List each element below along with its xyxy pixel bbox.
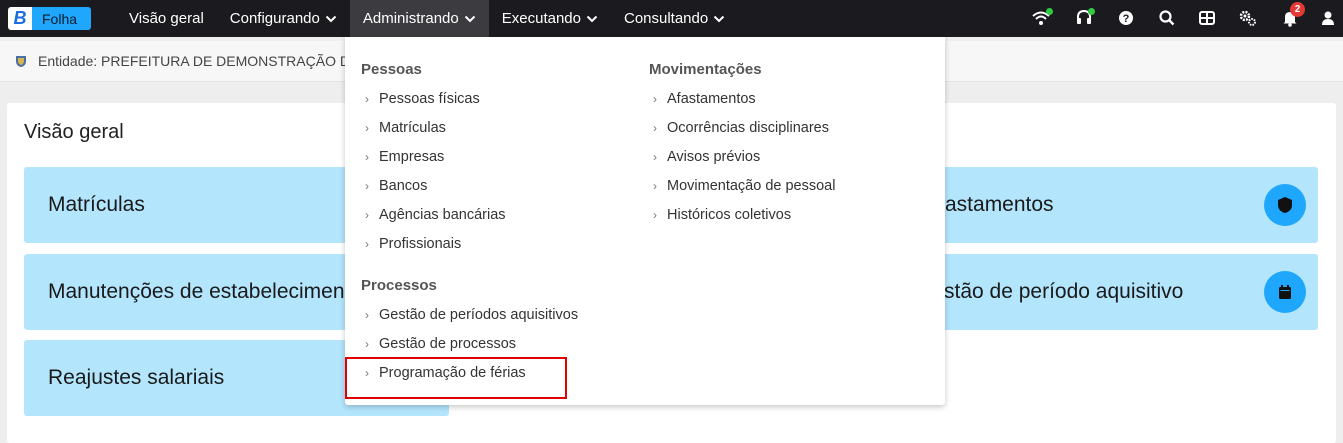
online-status-dot [1046,8,1053,15]
menu-item-label: Históricos coletivos [667,207,792,223]
svg-text:?: ? [1123,13,1130,25]
menu-label: Configurando [229,10,320,27]
administrando-dropdown: Pessoas › Pessoas físicas › Matrículas › Em… [345,37,945,405]
chevron-right-icon: › [365,121,369,135]
bell-icon[interactable]: 2 [1280,2,1305,28]
settings-icon[interactable] [1238,8,1258,28]
menu-item-agencias-bancarias[interactable]: › Agências bancárias [365,207,506,223]
apps-icon[interactable] [1197,8,1217,28]
chevron-down-icon [714,15,725,22]
menu-item-label: Profissionais [379,236,462,252]
chevron-right-icon: › [365,308,369,322]
section-heading-processos: Processos [361,277,437,294]
menu-item-bancos[interactable]: › Bancos [365,178,427,194]
tile-gestao-periodo[interactable]: stão de período aquisitivo [900,254,1318,330]
section-heading-pessoas: Pessoas [361,61,422,78]
menu-label: Consultando [623,10,709,27]
app-name: Folha [32,7,92,30]
menu-item-matriculas[interactable]: › Matrículas [365,120,446,136]
tile-label: astamentos [945,193,1054,216]
chevron-right-icon: › [365,92,369,106]
menu-item-label: Movimentação de pessoal [667,178,836,194]
section-heading-movimentacoes: Movimentações [649,61,762,78]
chevron-right-icon: › [365,208,369,222]
headset-icon[interactable] [1074,8,1095,28]
tile-label: stão de período aquisitivo [944,280,1184,303]
menu-item-label: Ocorrências disciplinares [667,120,829,136]
menu-administrando[interactable]: Administrando [349,0,489,37]
chevron-down-icon [464,15,475,22]
menu-item-label: Pessoas físicas [379,91,480,107]
menu-label: Executando [501,10,581,27]
highlight-box [345,357,567,399]
notification-badge: 2 [1290,2,1305,17]
menu-item-profissionais[interactable]: › Profissionais [365,236,461,252]
menu-executando[interactable]: Executando [489,0,611,37]
wifi-icon[interactable] [1031,8,1053,28]
menu-item-pessoas-fisicas[interactable]: › Pessoas físicas [365,91,480,107]
calendar-icon [1264,271,1306,313]
menu-item-label: Empresas [379,149,445,165]
chevron-right-icon: › [653,92,657,106]
tile-afastamentos[interactable]: astamentos [900,167,1318,243]
menu-item-label: Avisos prévios [667,149,761,165]
coat-of-arms-icon [16,56,26,67]
menu-label: Visão geral [129,10,204,27]
chevron-right-icon: › [365,237,369,251]
app-logo[interactable]: B Folha [8,7,92,30]
menu-item-label: Matrículas [379,120,446,136]
menu-item-label: Agências bancárias [379,207,506,223]
menu-item-movimentacao-pessoal[interactable]: › Movimentação de pessoal [653,178,835,194]
chevron-right-icon: › [365,337,369,351]
logo-letter: B [8,7,32,30]
tile-label: Manutenções de estabelecimen [48,280,345,303]
shield-icon [1264,184,1306,226]
menu-item-historicos-coletivos[interactable]: › Históricos coletivos [653,207,791,223]
chevron-right-icon: › [653,121,657,135]
help-icon[interactable]: ? [1116,8,1136,28]
user-icon[interactable] [1318,8,1338,28]
chevron-down-icon [586,15,598,22]
page-title: Visão geral [24,121,124,143]
support-status-dot [1088,8,1095,15]
chevron-right-icon: › [653,150,657,164]
menu-label: Administrando [362,10,459,27]
menu-item-avisos-previos[interactable]: › Avisos prévios [653,149,760,165]
menu-visao-geral[interactable]: Visão geral [116,0,217,37]
menu-item-label: Bancos [379,178,428,194]
chevron-right-icon: › [365,179,369,193]
menu-item-label: Gestão de períodos aquisitivos [379,307,579,323]
chevron-down-icon [325,15,337,22]
main-menu: Visão geral Configurando Administrando E… [116,0,738,37]
search-icon[interactable] [1157,8,1177,28]
menu-item-gestao-processos[interactable]: › Gestão de processos [365,336,516,352]
menu-item-ocorrencias-disciplinares[interactable]: › Ocorrências disciplinares [653,120,829,136]
menu-item-empresas[interactable]: › Empresas [365,149,444,165]
chevron-right-icon: › [653,208,657,222]
menu-item-afastamentos[interactable]: › Afastamentos [653,91,756,107]
top-navigation-bar: B Folha Visão geral Configurando Adminis… [0,0,1343,37]
menu-consultando[interactable]: Consultando [611,0,738,37]
chevron-right-icon: › [653,179,657,193]
menu-item-gestao-periodos-aquisitivos[interactable]: › Gestão de períodos aquisitivos [365,307,578,323]
menu-item-label: Afastamentos [667,91,756,107]
tile-label: Reajustes salariais [48,366,225,389]
entity-label: Entidade: PREFEITURA DE DEMONSTRAÇÃO DE [38,53,348,69]
menu-configurando[interactable]: Configurando [217,0,350,37]
chevron-right-icon: › [365,150,369,164]
tile-label: Matrículas [48,193,145,216]
menu-item-label: Gestão de processos [379,336,517,352]
